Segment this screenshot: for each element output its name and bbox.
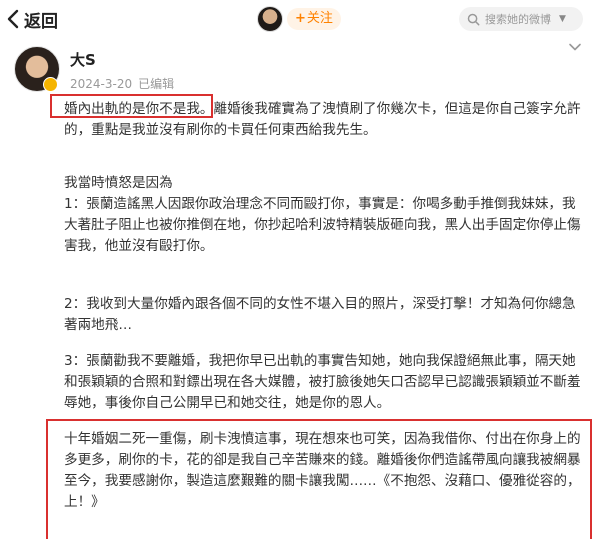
top-bar: 返回 +关注 搜索她的微博 ▼ bbox=[0, 0, 600, 38]
search-icon bbox=[467, 13, 480, 25]
highlighted-section: 十年婚姻二死一重傷，刷卡洩憤這事，現在想來也可笑，因為我借你、付出在你身上的多更… bbox=[46, 419, 592, 539]
highlight-box bbox=[46, 419, 592, 539]
post-date: 2024-3-20 bbox=[70, 77, 133, 91]
chevron-down-icon[interactable] bbox=[568, 40, 582, 54]
header-profile: +关注 bbox=[257, 6, 341, 32]
plus-icon: + bbox=[295, 11, 306, 26]
paragraph-3: 2：我收到大量你婚內跟各個不同的女性不堪入目的照片，深受打擊！才知為何你總急著兩… bbox=[64, 296, 576, 333]
caret-down-icon[interactable]: ▼ bbox=[559, 14, 566, 24]
author-name[interactable]: 大S bbox=[70, 49, 96, 70]
paragraph-1: 婚內出軌的是你不是我。離婚後我確實為了洩憤刷了你幾次卡，但這是你自己簽字允許的，… bbox=[64, 101, 581, 138]
header-avatar[interactable] bbox=[257, 6, 283, 32]
edited-label[interactable]: 已编辑 bbox=[138, 77, 174, 91]
paragraph-2: 我當時憤怒是因為 1：張蘭造謠黑人因跟你政治理念不同而毆打你，事實是：你喝多動手… bbox=[64, 175, 581, 254]
post-meta: 2024-3-20 已编辑 bbox=[70, 75, 174, 92]
search-input[interactable]: 搜索她的微博 ▼ bbox=[459, 7, 583, 31]
paragraph-4: 3：張蘭勸我不要離婚，我把你早已出軌的事實告知她，她向我保證絕無此事，隔天她和張… bbox=[64, 353, 581, 411]
chevron-left-icon bbox=[7, 9, 19, 29]
back-label: 返回 bbox=[24, 11, 58, 32]
follow-button[interactable]: +关注 bbox=[287, 8, 341, 30]
follow-label: 关注 bbox=[306, 11, 333, 26]
verified-badge-icon bbox=[43, 77, 58, 92]
back-button[interactable]: 返回 bbox=[6, 7, 58, 32]
search-placeholder: 搜索她的微博 bbox=[485, 13, 551, 26]
